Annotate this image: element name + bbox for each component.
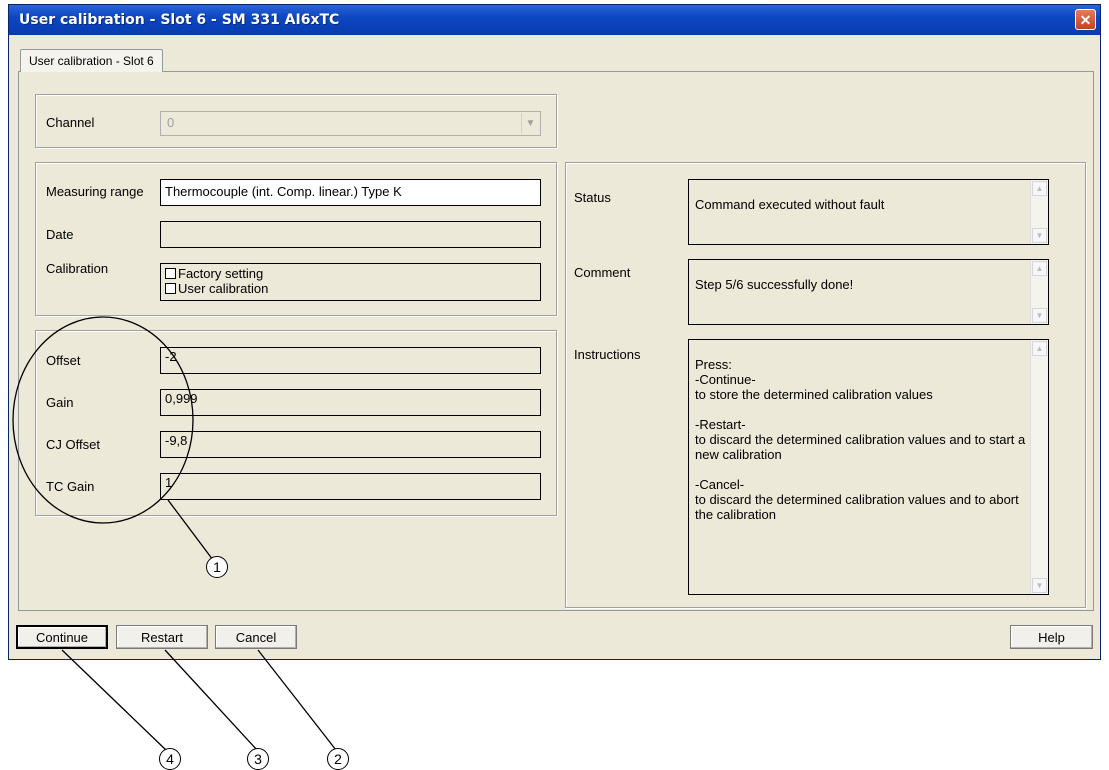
tab-user-calibration[interactable]: User calibration - Slot 6 bbox=[20, 49, 163, 72]
callout-4: 4 bbox=[159, 748, 181, 770]
callout-3: 3 bbox=[247, 748, 269, 770]
callout-overlay bbox=[12, 316, 337, 751]
callout-line-2 bbox=[257, 649, 337, 751]
callout-line-3 bbox=[164, 649, 258, 751]
callout-line-1 bbox=[167, 499, 214, 561]
callout-ellipse bbox=[12, 316, 194, 524]
callout-2: 2 bbox=[327, 748, 349, 770]
callout-line-4 bbox=[61, 649, 167, 751]
callout-1: 1 bbox=[206, 556, 228, 578]
